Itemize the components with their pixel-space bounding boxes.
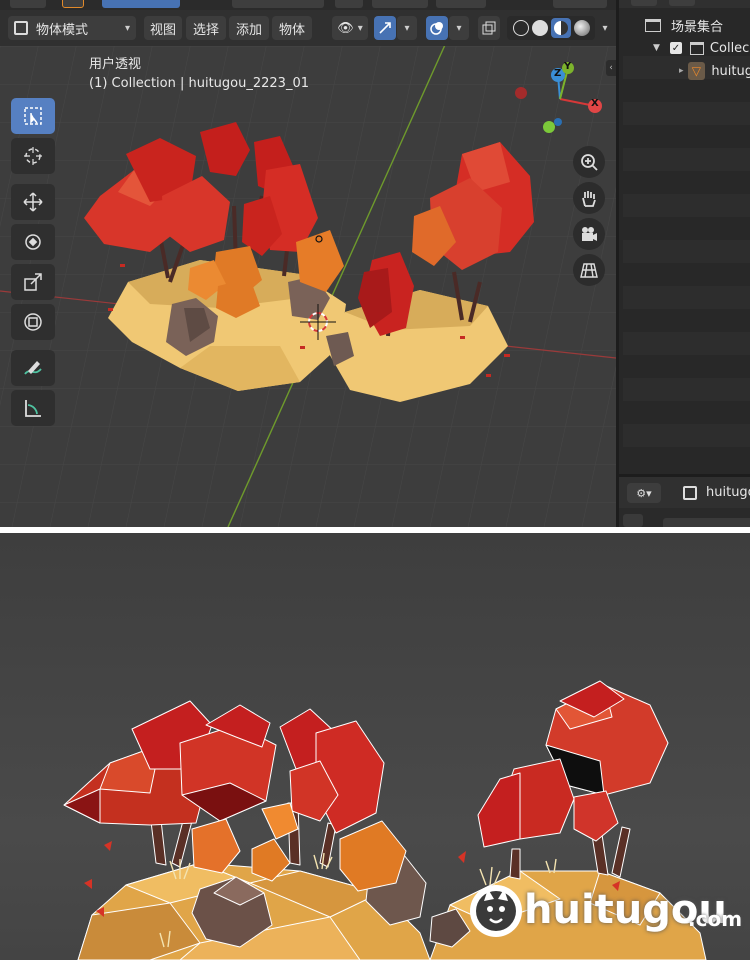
pan-button[interactable]	[573, 182, 605, 214]
menu-object[interactable]: 物体	[272, 16, 312, 40]
zoom-button[interactable]	[573, 146, 605, 178]
menu-view[interactable]: 视图	[144, 16, 182, 40]
properties-object-label: huitugo	[706, 485, 750, 500]
top-bar-partial	[0, 0, 616, 10]
shading-dropdown[interactable]: ▾	[596, 16, 614, 40]
checkbox-icon[interactable]: ✓	[669, 42, 682, 54]
rotate-icon	[25, 234, 41, 250]
collection-label: Collec	[709, 40, 750, 56]
object-mode-icon	[14, 21, 28, 35]
select-box-tool[interactable]	[11, 98, 55, 134]
shading-modes	[507, 16, 595, 40]
chevron-down-icon: ▾	[456, 22, 462, 34]
outliner-panel: 场景集合 ▼ ✓ Collec ▸ ▽ huitug	[616, 0, 750, 527]
watermark-domain: .com	[688, 907, 743, 931]
chevron-down-icon: ▾	[602, 22, 608, 34]
scale-tool[interactable]	[11, 264, 55, 300]
gizmo-y-label: Y	[564, 61, 572, 72]
rotate-tool[interactable]	[11, 224, 55, 260]
grid-perspective-icon	[580, 263, 598, 278]
view-label: 用户透视	[89, 57, 142, 72]
properties-header: ⚙▾ huitugo	[619, 474, 750, 508]
outliner-scene-collection[interactable]: 场景集合	[623, 14, 750, 36]
viewport-header: 物体模式 ▾ 视图 选择 添加 物体 👁 ▾ ▾ ▾ ▾	[0, 10, 616, 46]
object-properties-icon	[683, 486, 697, 500]
properties-body	[619, 508, 750, 527]
disclosure-triangle-icon: ▼	[653, 43, 660, 53]
xray-toggle-button[interactable]	[478, 16, 500, 40]
menu-add[interactable]: 添加	[229, 16, 269, 40]
blender-window: 物体模式 ▾ 视图 选择 添加 物体 👁 ▾ ▾ ▾ ▾ 用户透视 (1) Co…	[0, 0, 750, 527]
transform-tool[interactable]	[11, 304, 55, 340]
zoom-icon	[581, 154, 598, 171]
outliner-collection-row[interactable]: ▼ ✓ Collec	[623, 37, 750, 59]
camera-icon	[582, 227, 597, 241]
rendered-shading-icon[interactable]	[573, 20, 590, 36]
overlay-dropdown[interactable]: ▾	[449, 16, 469, 40]
mode-selector[interactable]: 物体模式 ▾	[8, 16, 136, 40]
gizmo-dropdown[interactable]: ▾	[397, 16, 417, 40]
scene-collection-label: 场景集合	[671, 19, 724, 35]
visibility-dropdown[interactable]: 👁 ▾	[332, 16, 368, 40]
overlay-toggle-button[interactable]	[426, 16, 448, 40]
scene-collection-icon	[645, 18, 661, 32]
move-tool[interactable]	[11, 184, 55, 220]
measure-tool[interactable]	[11, 390, 55, 426]
watermark-logo: huitugou .com	[466, 879, 746, 949]
transform-icon	[24, 313, 42, 331]
wireframe-render: huitugou .com	[0, 533, 750, 960]
editor-type-dropdown[interactable]: ⚙▾	[627, 483, 661, 503]
object-label: huitug	[711, 63, 750, 79]
collection-icon	[689, 41, 704, 55]
gizmo-x-label: X	[591, 98, 599, 109]
gizmo-z-label: Z	[554, 68, 562, 79]
collection-label: (1) Collection | huitugou_2223_01	[89, 76, 309, 91]
hand-icon	[582, 191, 596, 207]
camera-view-button[interactable]	[573, 218, 605, 250]
cursor-icon	[24, 147, 42, 165]
mesh-object-icon: ▽	[687, 62, 706, 80]
viewport-scene	[0, 46, 616, 527]
gizmo-toggle-button[interactable]	[374, 16, 396, 40]
solid-shading-icon[interactable]	[531, 20, 548, 36]
chevron-down-icon: ▾	[124, 22, 130, 34]
material-shading-icon[interactable]	[550, 18, 571, 38]
outliner-object-row[interactable]: ▸ ▽ huitug	[623, 60, 750, 82]
3d-viewport[interactable]: 用户透视 (1) Collection | huitugou_2223_01 X…	[0, 46, 616, 527]
measure-icon	[25, 400, 41, 417]
overlay-icon	[430, 22, 443, 35]
scale-icon	[24, 273, 42, 291]
annotate-icon	[24, 361, 42, 375]
sidebar-toggle[interactable]: ‹	[606, 60, 616, 76]
mode-label: 物体模式	[36, 22, 89, 38]
chevron-down-icon: ▾	[404, 22, 410, 34]
xray-icon	[482, 21, 496, 35]
menu-select[interactable]: 选择	[186, 16, 226, 40]
chevron-down-icon: ▾	[357, 22, 363, 34]
gizmo-icon	[379, 22, 391, 34]
annotate-tool[interactable]	[11, 350, 55, 386]
eye-icon: 👁	[337, 20, 354, 36]
move-icon	[23, 192, 43, 212]
perspective-toggle-button[interactable]	[573, 254, 605, 286]
cursor-tool[interactable]	[11, 138, 55, 174]
select-box-icon	[24, 107, 42, 125]
child-indicator-icon: ▸	[679, 66, 684, 76]
mascot-logo-icon	[470, 885, 522, 937]
wireframe-shading-icon[interactable]	[512, 20, 529, 36]
